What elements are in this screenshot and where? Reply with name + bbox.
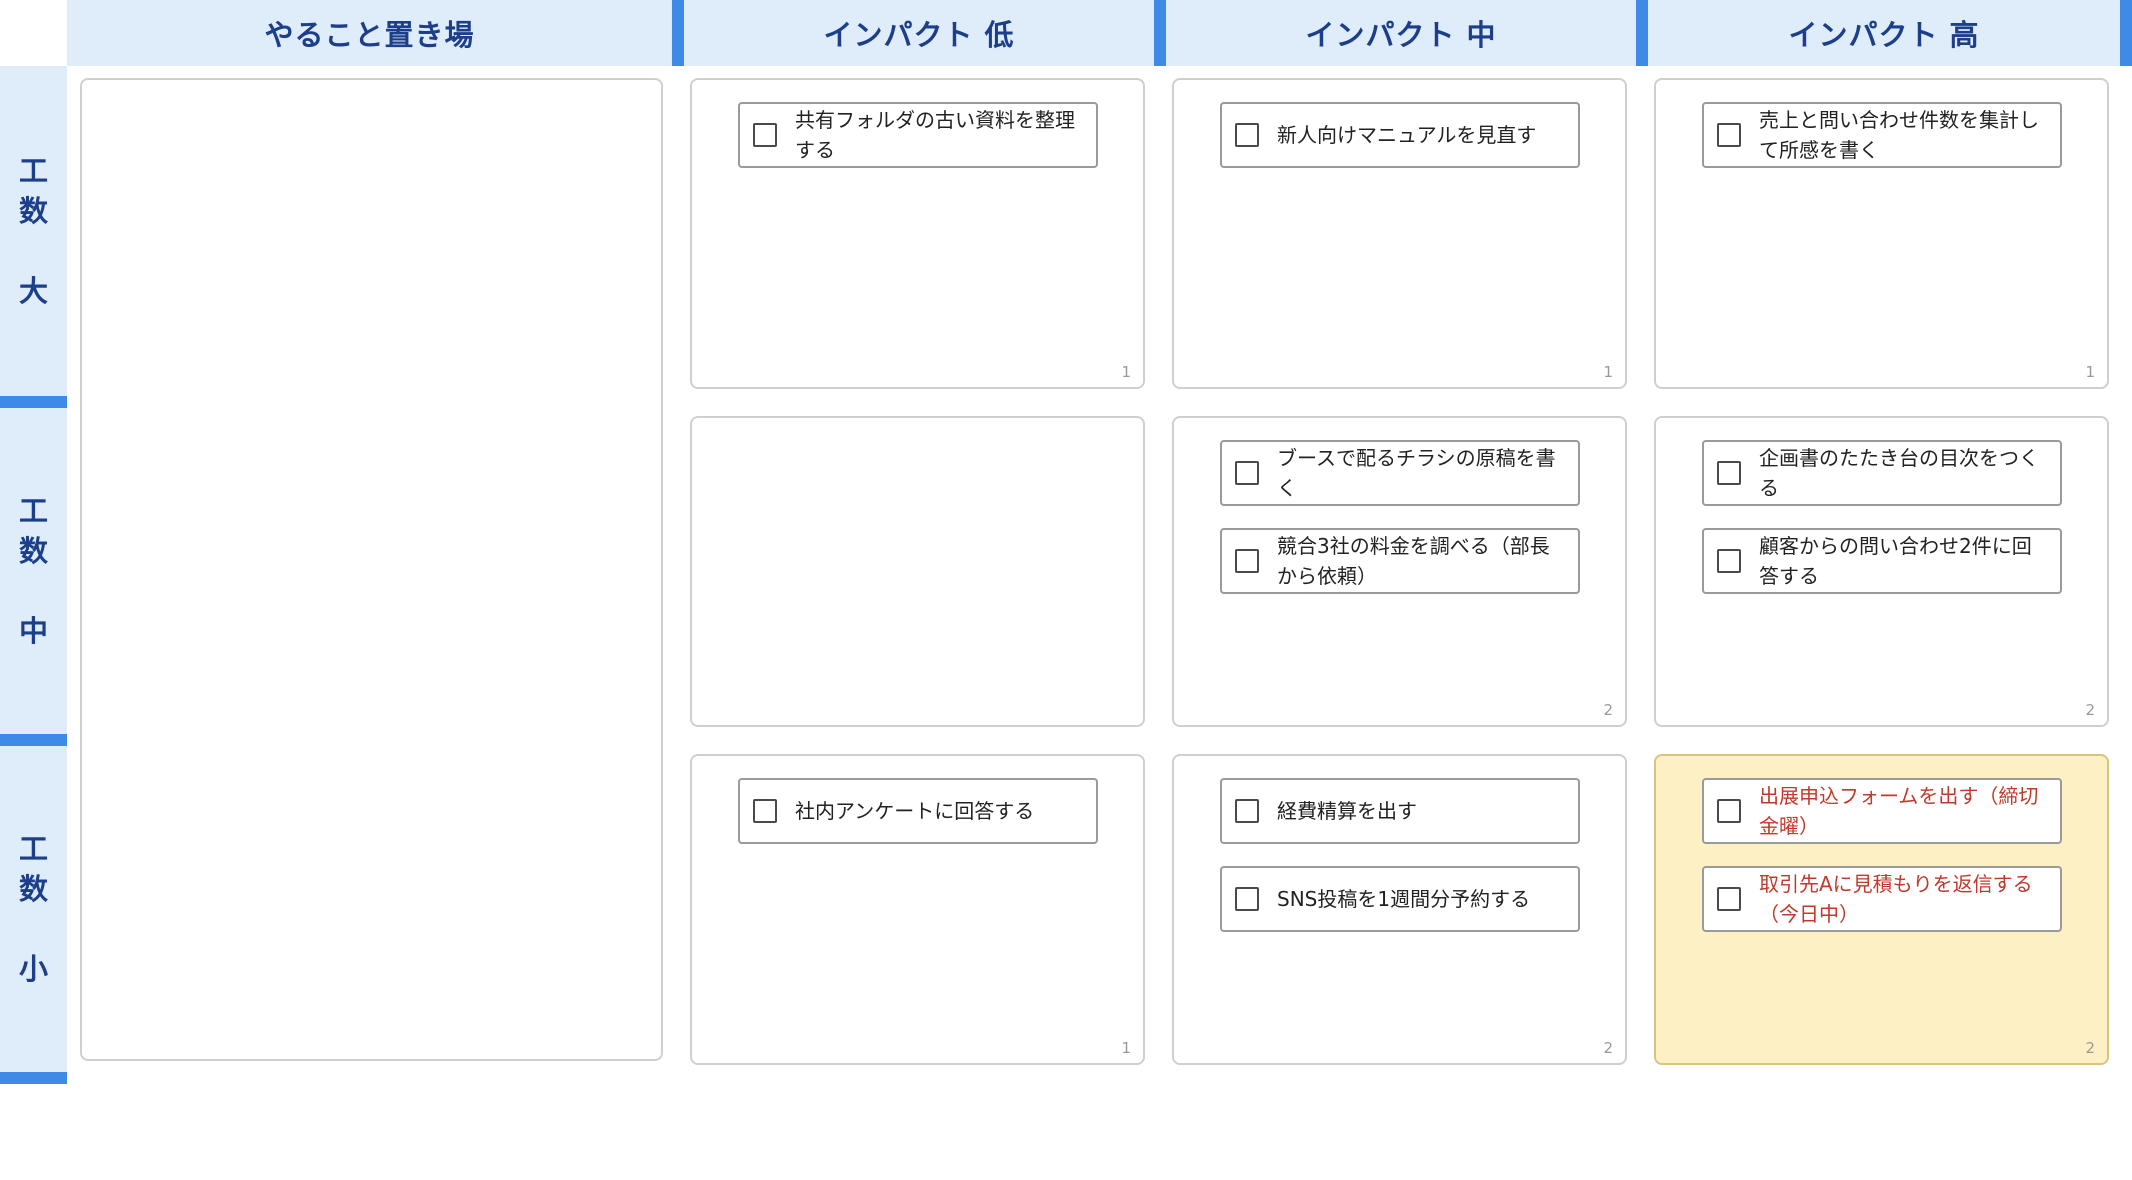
task-card[interactable]: ブースで配るチラシの原稿を書く [1220,440,1580,506]
cell-effort-large-impact-mid[interactable]: 新人向けマニュアルを見直す 1 [1172,78,1627,389]
task-checkbox[interactable] [1717,461,1741,485]
task-count: 1 [1603,363,1613,381]
backlog-panel[interactable] [80,78,663,1061]
cell-effort-small-impact-high[interactable]: 出展申込フォームを出す（締切 金曜） 取引先Aに見積もりを返信する（今日中） 2 [1654,754,2109,1065]
task-card[interactable]: 競合3社の料金を調べる（部長から依頼） [1220,528,1580,594]
task-card[interactable]: SNS投稿を1週間分予約する [1220,866,1580,932]
task-count: 1 [2085,363,2095,381]
task-checkbox[interactable] [753,123,777,147]
task-card[interactable]: 社内アンケートに回答する [738,778,1098,844]
column-header-impact-high: インパクト 高 [1636,0,2120,66]
task-label: 競合3社の料金を調べる（部長から依頼） [1277,534,1550,588]
row-header-effort-large: 工 数 大 [0,66,67,408]
task-checkbox[interactable] [753,799,777,823]
cell-effort-large-impact-low[interactable]: 共有フォルダの古い資料を整理する 1 [690,78,1145,389]
task-card[interactable]: 新人向けマニュアルを見直す [1220,102,1580,168]
task-checkbox[interactable] [1235,887,1259,911]
task-card[interactable]: 共有フォルダの古い資料を整理する [738,102,1098,168]
cell-effort-medium-impact-low[interactable] [690,416,1145,727]
cell-effort-small-impact-low[interactable]: 社内アンケートに回答する 1 [690,754,1145,1065]
task-label: SNS投稿を1週間分予約する [1277,887,1531,911]
task-checkbox[interactable] [1717,123,1741,147]
cell-effort-small-impact-mid[interactable]: 経費精算を出す SNS投稿を1週間分予約する 2 [1172,754,1627,1065]
cell-effort-medium-impact-high[interactable]: 企画書のたたき台の目次をつくる 顧客からの問い合わせ2件に回答する 2 [1654,416,2109,727]
task-card[interactable]: 経費精算を出す [1220,778,1580,844]
task-checkbox[interactable] [1235,461,1259,485]
task-card[interactable]: 企画書のたたき台の目次をつくる [1702,440,2062,506]
task-checkbox[interactable] [1235,799,1259,823]
cell-effort-medium-impact-mid[interactable]: ブースで配るチラシの原稿を書く 競合3社の料金を調べる（部長から依頼） 2 [1172,416,1627,727]
task-count: 2 [1603,701,1613,719]
task-checkbox[interactable] [1717,549,1741,573]
task-checkbox[interactable] [1235,123,1259,147]
task-count: 2 [2085,701,2095,719]
task-card[interactable]: 顧客からの問い合わせ2件に回答する [1702,528,2062,594]
task-label: 共有フォルダの古い資料を整理する [795,108,1075,162]
column-header-backlog: やること置き場 [67,0,672,66]
header-accent-bar [2120,0,2132,66]
task-count: 1 [1121,363,1131,381]
task-label: 出展申込フォームを出す（締切 金曜） [1759,784,2039,838]
column-header-impact-mid: インパクト 中 [1154,0,1636,66]
column-header-impact-low: インパクト 低 [672,0,1154,66]
task-count: 2 [1603,1039,1613,1057]
row-header-effort-small: 工 数 小 [0,746,67,1084]
task-count: 1 [1121,1039,1131,1057]
task-label: ブースで配るチラシの原稿を書く [1277,446,1556,500]
task-label: 取引先Aに見積もりを返信する（今日中） [1759,872,2033,926]
task-checkbox[interactable] [1717,799,1741,823]
task-card[interactable]: 売上と問い合わせ件数を集計して所感を書く [1702,102,2062,168]
task-label: 社内アンケートに回答する [795,799,1035,823]
task-count: 2 [2085,1039,2095,1057]
task-checkbox[interactable] [1717,887,1741,911]
task-card-urgent[interactable]: 出展申込フォームを出す（締切 金曜） [1702,778,2062,844]
task-label: 企画書のたたき台の目次をつくる [1759,446,2039,500]
task-label: 新人向けマニュアルを見直す [1277,123,1537,147]
task-label: 顧客からの問い合わせ2件に回答する [1759,534,2032,588]
task-card-urgent[interactable]: 取引先Aに見積もりを返信する（今日中） [1702,866,2062,932]
row-header-effort-medium: 工 数 中 [0,408,67,746]
task-checkbox[interactable] [1235,549,1259,573]
task-label: 経費精算を出す [1277,799,1417,823]
cell-effort-large-impact-high[interactable]: 売上と問い合わせ件数を集計して所感を書く 1 [1654,78,2109,389]
task-label: 売上と問い合わせ件数を集計して所感を書く [1759,108,2039,162]
